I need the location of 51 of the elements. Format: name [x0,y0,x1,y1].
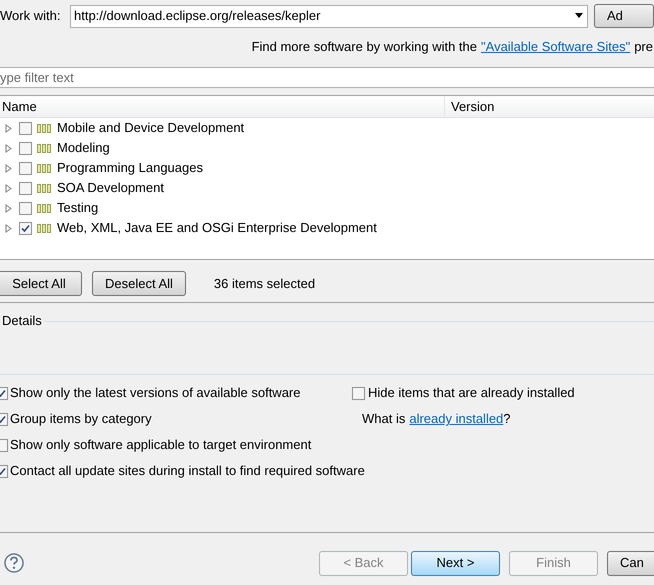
question-text: ? [503,410,511,428]
option-label: Show only the latest versions of available software [10,384,300,402]
expand-arrow-icon[interactable] [5,204,12,212]
category-icon [37,164,52,172]
category-label: Modeling [57,139,110,158]
wizard-button[interactable]: Can [607,550,654,576]
category-icon [37,144,52,152]
expand-arrow-icon[interactable] [5,224,12,232]
checkbox[interactable] [19,182,32,194]
field-label: Work with: [0,7,62,26]
dropdown-arrow-icon [574,13,584,19]
category-label: Web, XML, Java EE and OSGi Enterprise Development [57,219,377,238]
help-icon[interactable] [4,553,24,573]
wizard-button[interactable]: Next > [411,550,500,576]
category-icon [37,184,52,192]
checkbox[interactable] [19,222,32,234]
url-text: http://download.eclipse.org/releases/kepler [74,7,320,26]
checkbox[interactable] [19,142,32,154]
option-label: Show only software applicable to target environment [10,436,312,454]
select-button[interactable]: Deselect All [92,271,186,296]
option-label: Contact all update sites during install to find required software [10,462,365,480]
info-text: pre [634,38,653,55]
expand-arrow-icon[interactable] [5,164,12,172]
info-text: Find more software by working with the [252,38,478,55]
checkbox[interactable] [352,386,365,400]
category-label: Programming Languages [57,159,203,178]
category-label: SOA Development [57,179,164,198]
filter-field[interactable]: ype filter text [0,67,654,88]
already-installed-link[interactable]: already installed [409,409,504,429]
expand-arrow-icon[interactable] [5,144,12,152]
category-icon [37,224,52,232]
select-button[interactable]: Select All [0,271,82,296]
add-button[interactable]: Ad [594,4,654,28]
category-label: Testing [57,199,98,218]
expand-arrow-icon[interactable] [5,184,12,192]
expand-arrow-icon[interactable] [5,124,12,132]
url-combo-box[interactable]: http://download.eclipse.org/releases/kepler [70,4,588,28]
checkbox[interactable] [19,162,32,174]
category-icon [37,204,52,212]
category-icon [37,124,52,132]
checkbox[interactable] [19,202,32,214]
column-header[interactable]: Version [445,96,654,117]
selection-count: 36 items selected [214,274,316,293]
available-software-sites-link[interactable]: "Available Software Sites" [481,37,630,55]
details-heading: Details [2,312,42,330]
checkbox[interactable] [19,122,32,134]
column-header[interactable]: Name [0,96,445,117]
option-label: Hide items that are already installed [368,384,575,402]
category-label: Mobile and Device Development [57,119,244,138]
option-label: Group items by category [10,410,152,428]
question-text: What is [362,410,406,428]
